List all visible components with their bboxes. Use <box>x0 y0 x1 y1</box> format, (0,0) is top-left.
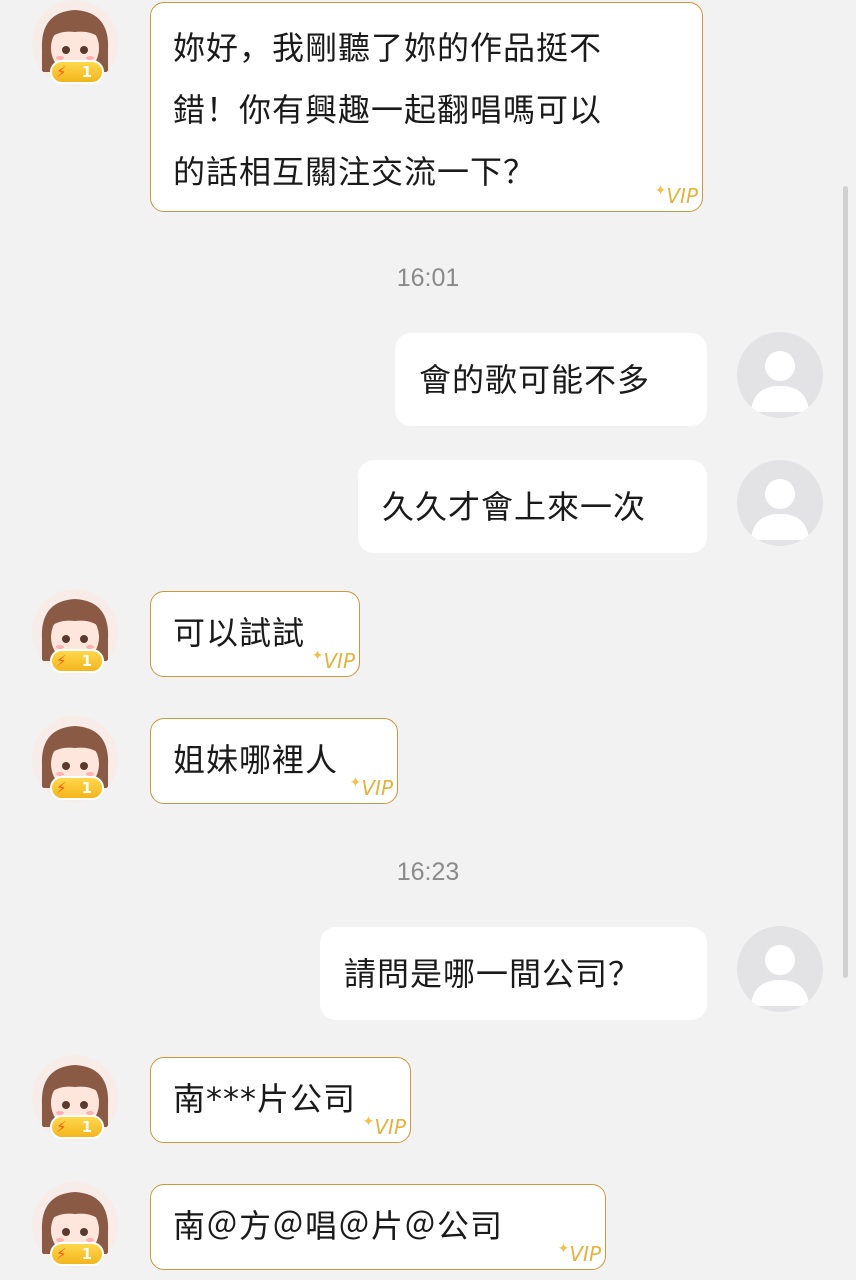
vip-tag: ✦VIP <box>311 648 355 676</box>
contact-avatar[interactable]: ⚡ 1 <box>32 589 118 675</box>
vip-label: VIP <box>323 649 355 673</box>
message-text: 可以試試 <box>173 614 306 652</box>
vip-label: VIP <box>666 184 698 208</box>
sparkle-icon: ✦ <box>362 1114 375 1130</box>
level-number: 1 <box>81 1245 92 1263</box>
message-text: 會的歌可能不多 <box>419 361 651 399</box>
message-bubble-received[interactable]: 南***片公司 ✦VIP <box>150 1057 411 1143</box>
sparkle-icon: ✦ <box>311 648 324 664</box>
default-user-icon <box>751 351 809 412</box>
message-text: 南＠方＠唱＠片＠公司 <box>173 1207 504 1245</box>
message-bubble-sent[interactable]: 請問是哪一間公司？ <box>320 927 707 1020</box>
message-text: 姐妹哪裡人 <box>173 741 339 779</box>
vip-label: VIP <box>569 1242 601 1266</box>
level-number: 1 <box>81 63 92 81</box>
default-user-icon <box>751 479 809 540</box>
message-bubble-received[interactable]: 姐妹哪裡人 ✦VIP <box>150 718 398 804</box>
message-bubble-sent[interactable]: 久久才會上來一次 <box>358 460 707 553</box>
lightning-icon: ⚡ <box>56 1118 67 1136</box>
lightning-icon: ⚡ <box>56 779 67 797</box>
message-line: 錯！你有興趣一起翻唱嗎可以 <box>173 91 603 129</box>
my-avatar[interactable] <box>737 460 823 546</box>
contact-avatar[interactable]: ⚡ 1 <box>32 0 118 86</box>
vip-tag: ✦VIP <box>349 775 393 803</box>
message-line: 的話相互關注交流一下？ <box>173 153 537 191</box>
level-number: 1 <box>81 1118 92 1136</box>
message-text: 南***片公司 <box>173 1080 357 1118</box>
message-text: 請問是哪一間公司？ <box>344 955 642 993</box>
my-avatar[interactable] <box>737 332 823 418</box>
contact-avatar[interactable]: ⚡ 1 <box>32 1182 118 1268</box>
lightning-icon: ⚡ <box>56 63 67 81</box>
lightning-icon: ⚡ <box>56 652 67 670</box>
contact-avatar[interactable]: ⚡ 1 <box>32 1055 118 1141</box>
vip-tag: ✦VIP <box>362 1114 406 1142</box>
level-number: 1 <box>81 779 92 797</box>
message-bubble-received[interactable]: 妳好，我剛聽了妳的作品挺不 錯！你有興趣一起翻唱嗎可以 的話相互關注交流一下？ … <box>150 2 703 212</box>
vip-tag: ✦VIP <box>557 1241 601 1269</box>
vip-tag: ✦VIP <box>654 183 698 211</box>
timestamp: 16:23 <box>396 858 460 886</box>
sparkle-icon: ✦ <box>349 775 362 791</box>
level-badge: ⚡ 1 <box>50 649 104 673</box>
level-badge: ⚡ 1 <box>50 1242 104 1266</box>
vip-label: VIP <box>374 1115 406 1139</box>
timestamp: 16:01 <box>396 264 460 292</box>
message-bubble-received[interactable]: 南＠方＠唱＠片＠公司 ✦VIP <box>150 1184 606 1270</box>
message-bubble-received[interactable]: 可以試試 ✦VIP <box>150 591 360 677</box>
message-bubble-sent[interactable]: 會的歌可能不多 <box>395 333 707 426</box>
default-user-icon <box>751 945 809 1006</box>
my-avatar[interactable] <box>737 926 823 1012</box>
message-line: 妳好，我剛聽了妳的作品挺不 <box>173 29 603 67</box>
sparkle-icon: ✦ <box>654 183 667 199</box>
message-text: 久久才會上來一次 <box>382 488 647 526</box>
level-badge: ⚡ 1 <box>50 60 104 84</box>
level-badge: ⚡ 1 <box>50 1115 104 1139</box>
sparkle-icon: ✦ <box>557 1241 570 1257</box>
contact-avatar[interactable]: ⚡ 1 <box>32 716 118 802</box>
level-number: 1 <box>81 652 92 670</box>
lightning-icon: ⚡ <box>56 1245 67 1263</box>
vip-label: VIP <box>361 776 393 800</box>
level-badge: ⚡ 1 <box>50 776 104 800</box>
